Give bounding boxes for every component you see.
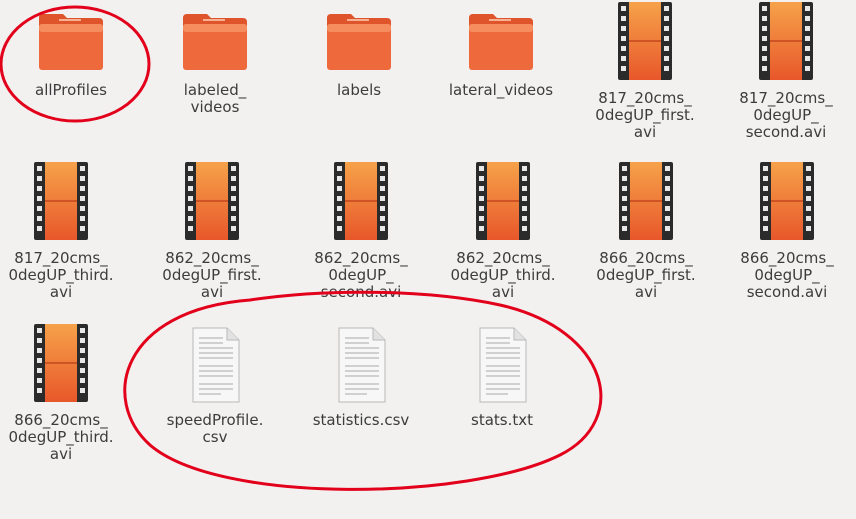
video-item[interactable]: 862_20cms_ 0degUP_third. avi xyxy=(433,160,573,301)
file-browser-view: allProfiles labeled_ videos labels later… xyxy=(0,0,856,519)
folder-icon xyxy=(39,14,103,70)
video-item[interactable]: 862_20cms_ 0degUP_ second.avi xyxy=(291,160,431,301)
folder-icon xyxy=(327,14,391,70)
video-file-icon xyxy=(618,2,672,80)
video-item[interactable]: 817_20cms_ 0degUP_third. avi xyxy=(0,160,131,301)
video-file-icon xyxy=(34,162,88,240)
video-item[interactable]: 866_20cms_ 0degUP_third. avi xyxy=(0,322,131,463)
text-file-item[interactable]: stats.txt xyxy=(432,326,572,429)
file-name: 817_20cms_ 0degUP_third. avi xyxy=(8,249,114,301)
text-file-icon xyxy=(479,327,527,403)
video-file-icon xyxy=(185,162,239,240)
file-name: 862_20cms_ 0degUP_first. avi xyxy=(162,249,262,301)
file-name: 817_20cms_ 0degUP_ second.avi xyxy=(739,89,833,141)
video-file-icon xyxy=(476,162,530,240)
video-file-icon xyxy=(619,162,673,240)
file-name: lateral_videos xyxy=(448,81,554,99)
video-item[interactable]: 866_20cms_ 0degUP_ second.avi xyxy=(717,160,856,301)
file-name: stats.txt xyxy=(471,411,533,429)
folder-icon xyxy=(469,14,533,70)
video-file-icon xyxy=(759,2,813,80)
file-name: labeled_ videos xyxy=(183,81,247,116)
folder-icon xyxy=(183,14,247,70)
video-item[interactable]: 862_20cms_ 0degUP_first. avi xyxy=(142,160,282,301)
video-file-icon xyxy=(334,162,388,240)
text-file-icon xyxy=(338,327,386,403)
file-name: 817_20cms_ 0degUP_first. avi xyxy=(595,89,695,141)
text-file-icon xyxy=(192,327,240,403)
video-item[interactable]: 866_20cms_ 0degUP_first. avi xyxy=(576,160,716,301)
folder-item-allprofiles[interactable]: allProfiles xyxy=(1,8,141,99)
folder-item-lateral-videos[interactable]: lateral_videos xyxy=(431,8,571,99)
file-name: 866_20cms_ 0degUP_third. avi xyxy=(8,411,114,463)
file-name: speedProfile. csv xyxy=(166,411,264,446)
text-file-item[interactable]: statistics.csv xyxy=(291,326,431,429)
text-file-item[interactable]: speedProfile. csv xyxy=(145,326,285,446)
video-file-icon xyxy=(760,162,814,240)
file-name: 866_20cms_ 0degUP_first. avi xyxy=(596,249,696,301)
video-file-icon xyxy=(34,324,88,402)
folder-item-labels[interactable]: labels xyxy=(289,8,429,99)
file-name: 866_20cms_ 0degUP_ second.avi xyxy=(740,249,834,301)
file-name: 862_20cms_ 0degUP_ second.avi xyxy=(314,249,408,301)
video-item[interactable]: 817_20cms_ 0degUP_first. avi xyxy=(575,0,715,141)
folder-item-labeled-videos[interactable]: labeled_ videos xyxy=(145,8,285,116)
file-name: labels xyxy=(336,81,382,99)
file-name: statistics.csv xyxy=(312,411,410,429)
file-name: 862_20cms_ 0degUP_third. avi xyxy=(450,249,556,301)
video-item[interactable]: 817_20cms_ 0degUP_ second.avi xyxy=(716,0,856,141)
file-name: allProfiles xyxy=(35,81,107,99)
